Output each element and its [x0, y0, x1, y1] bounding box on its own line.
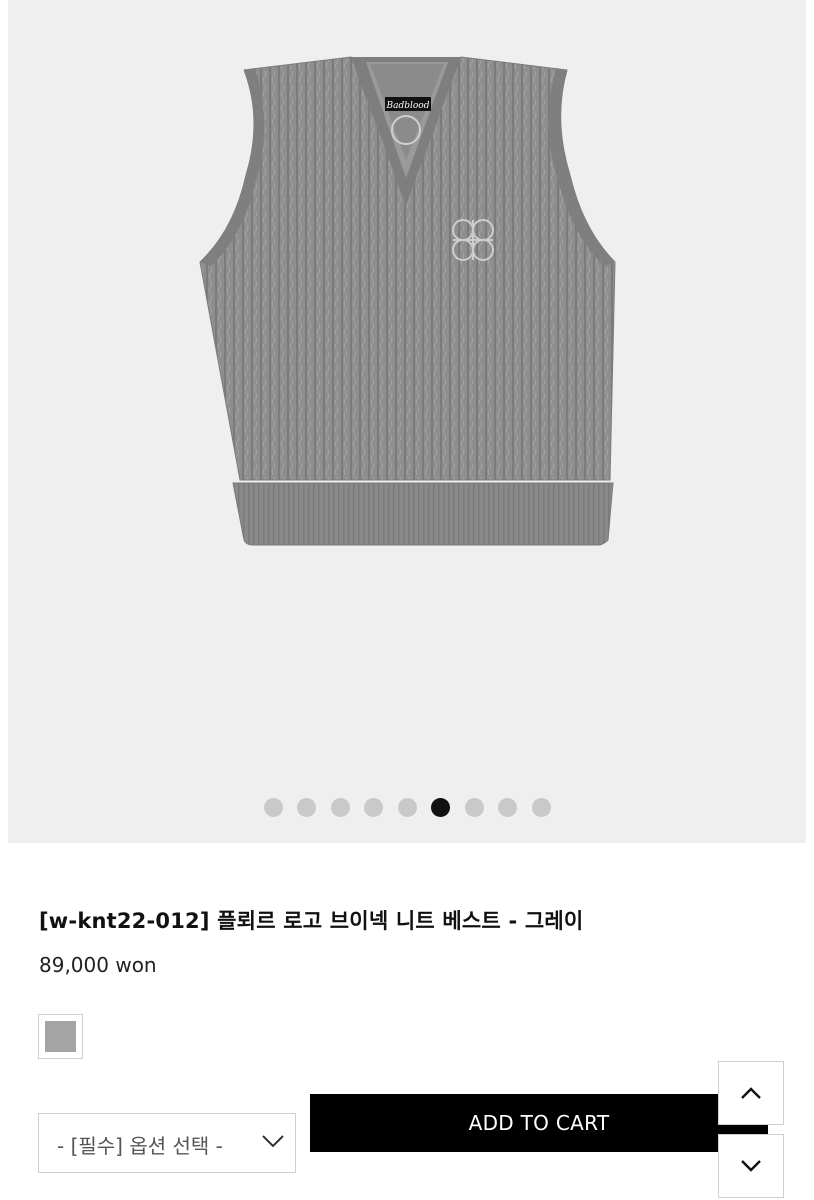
product-title: [w-knt22-012] 플뢰르 로고 브이넥 니트 베스트 - 그레이: [39, 909, 584, 933]
option-select-label: - [필수] 옵션 선택 -: [57, 1134, 223, 1158]
gray-color-swatch: [45, 1021, 76, 1052]
product-image: Badblood: [199, 56, 616, 546]
chevron-down-icon: [262, 1135, 284, 1148]
carousel-dot[interactable]: [464, 797, 484, 817]
carousel-dot[interactable]: [498, 797, 517, 817]
carousel-dot[interactable]: [330, 797, 350, 817]
carousel-dots: [8, 797, 806, 817]
carousel-dot[interactable]: [531, 797, 551, 817]
carousel-dot[interactable]: [397, 797, 417, 817]
color-swatch-button[interactable]: [38, 1014, 83, 1059]
carousel-dot[interactable]: [297, 797, 316, 817]
scroll-up-button[interactable]: [718, 1061, 784, 1125]
scroll-down-button[interactable]: [718, 1134, 784, 1198]
chevron-down-icon: [741, 1160, 761, 1172]
add-to-cart-button[interactable]: ADD TO CART: [310, 1094, 768, 1152]
product-price: 89,000 won: [39, 953, 157, 977]
carousel-dot[interactable]: [263, 797, 283, 817]
chevron-up-icon: [741, 1087, 761, 1099]
carousel-dot[interactable]: [364, 797, 383, 817]
product-image-gallery[interactable]: Badblood: [8, 0, 806, 843]
carousel-dot[interactable]: [431, 797, 450, 817]
option-select[interactable]: - [필수] 옵션 선택 -: [38, 1113, 296, 1173]
brand-label-text: Badblood: [386, 101, 430, 111]
